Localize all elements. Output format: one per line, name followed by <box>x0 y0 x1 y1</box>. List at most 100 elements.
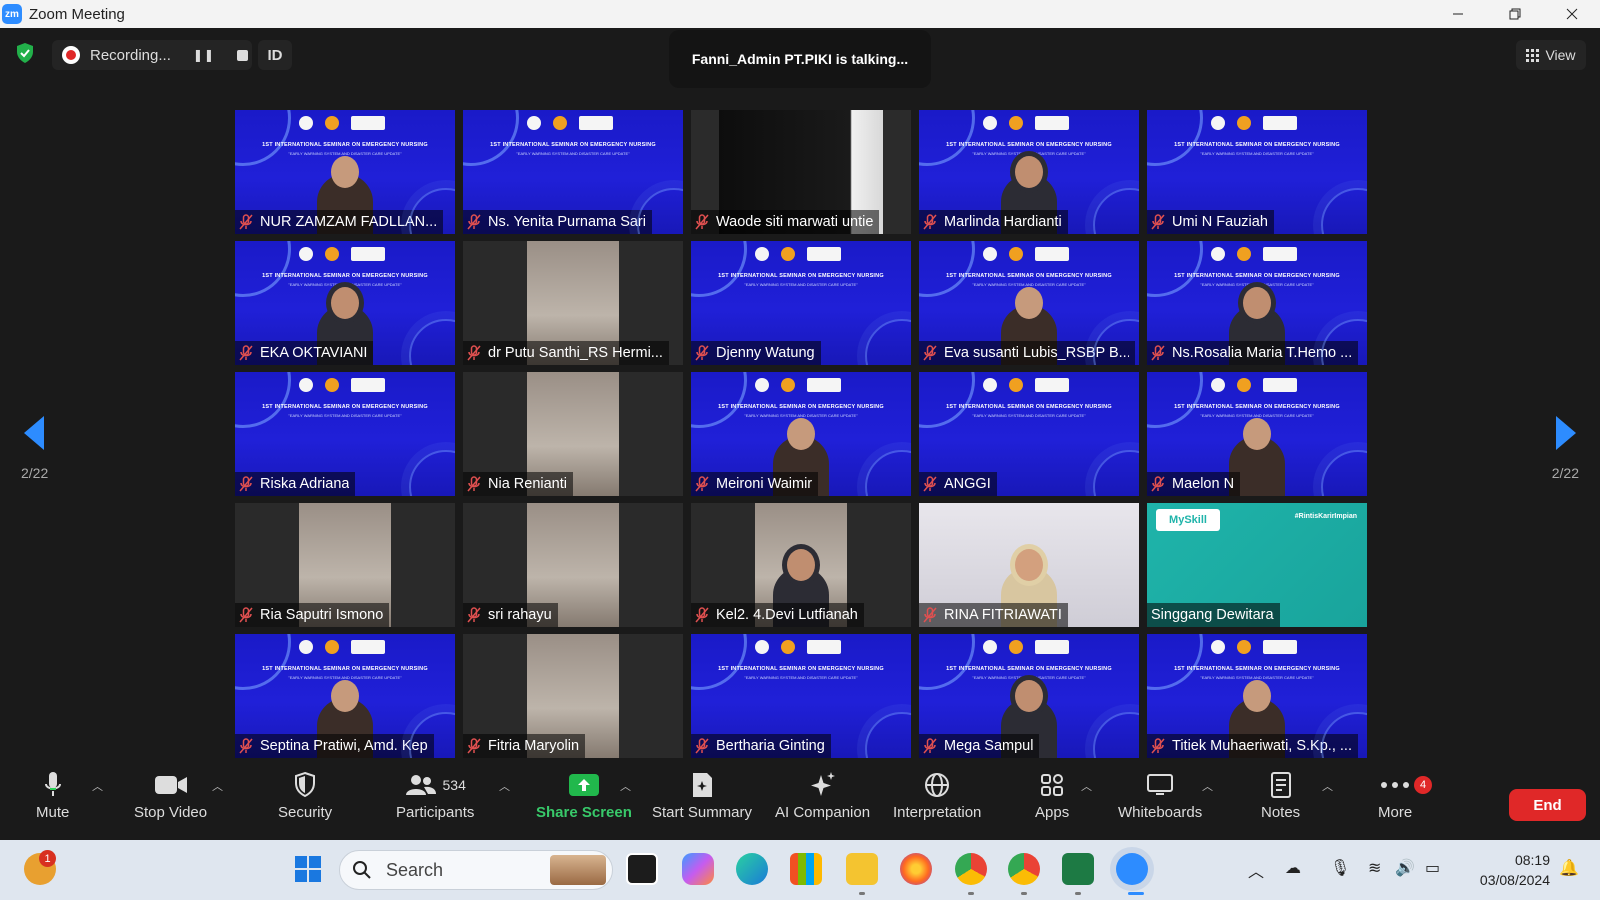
notification-center-icon[interactable]: 🔔 <box>1559 858 1579 878</box>
participant-name: Djenny Watung <box>716 345 815 361</box>
share-options-caret-icon[interactable]: ︿ <box>620 778 631 794</box>
participant-video-tile[interactable]: 1ST INTERNATIONAL SEMINAR ON EMERGENCY N… <box>235 241 455 365</box>
apps-button[interactable]: Apps <box>1035 768 1069 821</box>
notes-button[interactable]: Notes <box>1261 768 1300 821</box>
participant-video-tile[interactable]: 1ST INTERNATIONAL SEMINAR ON EMERGENCY N… <box>463 110 683 234</box>
security-button[interactable]: Security <box>278 768 332 821</box>
participant-video-tile[interactable]: 1ST INTERNATIONAL SEMINAR ON EMERGENCY N… <box>235 634 455 758</box>
taskbar-search-box[interactable]: Search <box>339 850 613 890</box>
whiteboards-button[interactable]: Whiteboards <box>1118 768 1202 821</box>
chrome-profile-2-icon[interactable] <box>1008 853 1040 885</box>
participant-video-tile[interactable]: 1ST INTERNATIONAL SEMINAR ON EMERGENCY N… <box>919 634 1139 758</box>
restore-button[interactable] <box>1486 0 1543 28</box>
participant-video-tile[interactable]: 1ST INTERNATIONAL SEMINAR ON EMERGENCY N… <box>919 241 1139 365</box>
onedrive-cloud-icon[interactable]: ☁ <box>1285 858 1301 878</box>
volume-icon[interactable]: 🔊 <box>1395 858 1415 878</box>
participant-video-tile[interactable]: 1ST INTERNATIONAL SEMINAR ON EMERGENCY N… <box>691 634 911 758</box>
edge-browser-icon[interactable] <box>736 853 768 885</box>
seminar-slide-subtitle: "EARLY WARNING SYSTEM AND DISASTER CARE … <box>516 151 630 156</box>
next-page-arrow-icon[interactable] <box>1556 416 1576 450</box>
whiteboards-options-caret-icon[interactable]: ︿ <box>1202 778 1213 794</box>
participant-video-tile[interactable]: Waode siti marwati untie <box>691 110 911 234</box>
microphone-tray-icon[interactable]: 🎙 <box>1330 858 1350 878</box>
participant-video-tile[interactable]: Fitria Maryolin <box>463 634 683 758</box>
participant-video-tile[interactable]: 1ST INTERNATIONAL SEMINAR ON EMERGENCY N… <box>235 110 455 234</box>
participant-name-tag: Marlinda Hardianti <box>919 210 1068 234</box>
clock-time: 08:19 <box>1514 852 1550 868</box>
start-summary-button[interactable]: Start Summary <box>652 768 752 821</box>
muted-microphone-icon <box>239 345 253 361</box>
more-button[interactable]: More <box>1378 768 1412 821</box>
seminar-slide-title: 1ST INTERNATIONAL SEMINAR ON EMERGENCY N… <box>490 142 656 148</box>
participant-video-tile[interactable]: dr Putu Santhi_RS Hermi... <box>463 241 683 365</box>
windows-taskbar: Search ︿ ☁ 🎙 ≋ 🔊 ▭ 08:19 03/08/2024 🔔 <box>0 840 1600 900</box>
participant-name: Ns. Yenita Purnama Sari <box>488 214 646 230</box>
participants-options-caret-icon[interactable]: ︿ <box>499 778 510 794</box>
participant-name: Eva susanti Lubis_RSBP B... <box>944 345 1129 361</box>
microsoft-store-icon[interactable] <box>790 853 822 885</box>
participant-video-tile[interactable]: 1ST INTERNATIONAL SEMINAR ON EMERGENCY N… <box>1147 110 1367 234</box>
apps-icon <box>1041 774 1064 796</box>
participant-name: EKA OKTAVIANI <box>260 345 368 361</box>
view-button[interactable]: View <box>1516 40 1586 70</box>
apps-options-caret-icon[interactable]: ︿ <box>1081 778 1092 794</box>
task-view-icon[interactable] <box>626 853 658 885</box>
participant-video-tile[interactable]: RINA FITRIAWATI <box>919 503 1139 627</box>
file-explorer-icon[interactable] <box>846 853 878 885</box>
firefox-icon[interactable] <box>900 853 932 885</box>
end-meeting-button[interactable]: End <box>1509 789 1586 821</box>
wifi-icon[interactable]: ≋ <box>1368 858 1381 878</box>
participant-video-tile[interactable]: sri rahayu <box>463 503 683 627</box>
mute-button[interactable]: Mute <box>36 768 69 821</box>
participant-video-tile[interactable]: 1ST INTERNATIONAL SEMINAR ON EMERGENCY N… <box>1147 634 1367 758</box>
stop-video-button[interactable]: Stop Video <box>134 768 207 821</box>
notes-options-caret-icon[interactable]: ︿ <box>1322 778 1333 794</box>
close-button[interactable] <box>1543 0 1600 28</box>
weather-notification-badge: 1 <box>39 850 56 867</box>
stop-recording-button[interactable] <box>236 49 248 61</box>
participants-button[interactable]: 534 Participants <box>396 768 474 821</box>
page-indicator-right: 2/22 <box>1551 465 1579 481</box>
participant-video-tile[interactable]: Ria Saputri Ismono <box>235 503 455 627</box>
participant-video-tile[interactable]: 1ST INTERNATIONAL SEMINAR ON EMERGENCY N… <box>919 110 1139 234</box>
interpretation-button[interactable]: Interpretation <box>893 768 981 821</box>
excel-icon[interactable] <box>1062 853 1094 885</box>
seminar-slide-title: 1ST INTERNATIONAL SEMINAR ON EMERGENCY N… <box>262 142 428 148</box>
participant-video-tile[interactable]: 1ST INTERNATIONAL SEMINAR ON EMERGENCY N… <box>1147 372 1367 496</box>
encryption-shield-icon[interactable] <box>14 42 36 64</box>
notes-icon <box>1270 772 1291 798</box>
chrome-profile-1-icon[interactable] <box>955 853 987 885</box>
battery-icon[interactable]: ▭ <box>1425 858 1440 878</box>
participant-name: ANGGI <box>944 476 991 492</box>
previous-page-arrow-icon[interactable] <box>24 416 44 450</box>
seminar-logos <box>983 116 1069 130</box>
muted-microphone-icon <box>467 738 481 754</box>
participant-video-tile[interactable]: 1ST INTERNATIONAL SEMINAR ON EMERGENCY N… <box>919 372 1139 496</box>
copilot-icon[interactable] <box>682 853 714 885</box>
show-hidden-icons-icon[interactable]: ︿ <box>1248 858 1264 882</box>
zoom-app-icon[interactable] <box>1116 853 1148 885</box>
participant-name-tag: Kel2. 4.Devi Lutfianah <box>691 603 864 627</box>
participant-video-tile[interactable]: 1ST INTERNATIONAL SEMINAR ON EMERGENCY N… <box>691 372 911 496</box>
participant-video-tile[interactable]: 1ST INTERNATIONAL SEMINAR ON EMERGENCY N… <box>1147 241 1367 365</box>
video-options-caret-icon[interactable]: ︿ <box>212 778 223 794</box>
pause-recording-button[interactable]: ❚❚ <box>193 48 215 62</box>
participant-video-tile[interactable]: Kel2. 4.Devi Lutfianah <box>691 503 911 627</box>
participant-name-tag: Titiek Muhaeriwati, S.Kp., ... <box>1147 734 1358 758</box>
participant-video-tile[interactable]: MySkill #RintisKarirImpian Singgang Dewita… <box>1147 503 1367 627</box>
ai-companion-button[interactable]: AI Companion <box>775 768 870 821</box>
meeting-toolbar: Mute ︿ Stop Video ︿ Security 534 Partici… <box>0 764 1600 840</box>
mute-options-caret-icon[interactable]: ︿ <box>92 778 103 794</box>
participant-video-tile[interactable]: 1ST INTERNATIONAL SEMINAR ON EMERGENCY N… <box>691 241 911 365</box>
meeting-id-button[interactable]: ID <box>258 40 292 70</box>
participant-name: Titiek Muhaeriwati, S.Kp., ... <box>1172 738 1352 754</box>
participant-video-tile[interactable]: Nia Renianti <box>463 372 683 496</box>
system-clock[interactable]: 08:19 03/08/2024 <box>1466 850 1550 890</box>
minimize-button[interactable] <box>1429 0 1486 28</box>
windows-start-icon[interactable] <box>292 853 324 885</box>
share-screen-button[interactable]: Share Screen <box>536 768 632 821</box>
seminar-slide-title: 1ST INTERNATIONAL SEMINAR ON EMERGENCY N… <box>1174 142 1340 148</box>
muted-microphone-icon <box>467 607 481 623</box>
participant-video-tile[interactable]: 1ST INTERNATIONAL SEMINAR ON EMERGENCY N… <box>235 372 455 496</box>
seminar-logos <box>755 247 841 261</box>
